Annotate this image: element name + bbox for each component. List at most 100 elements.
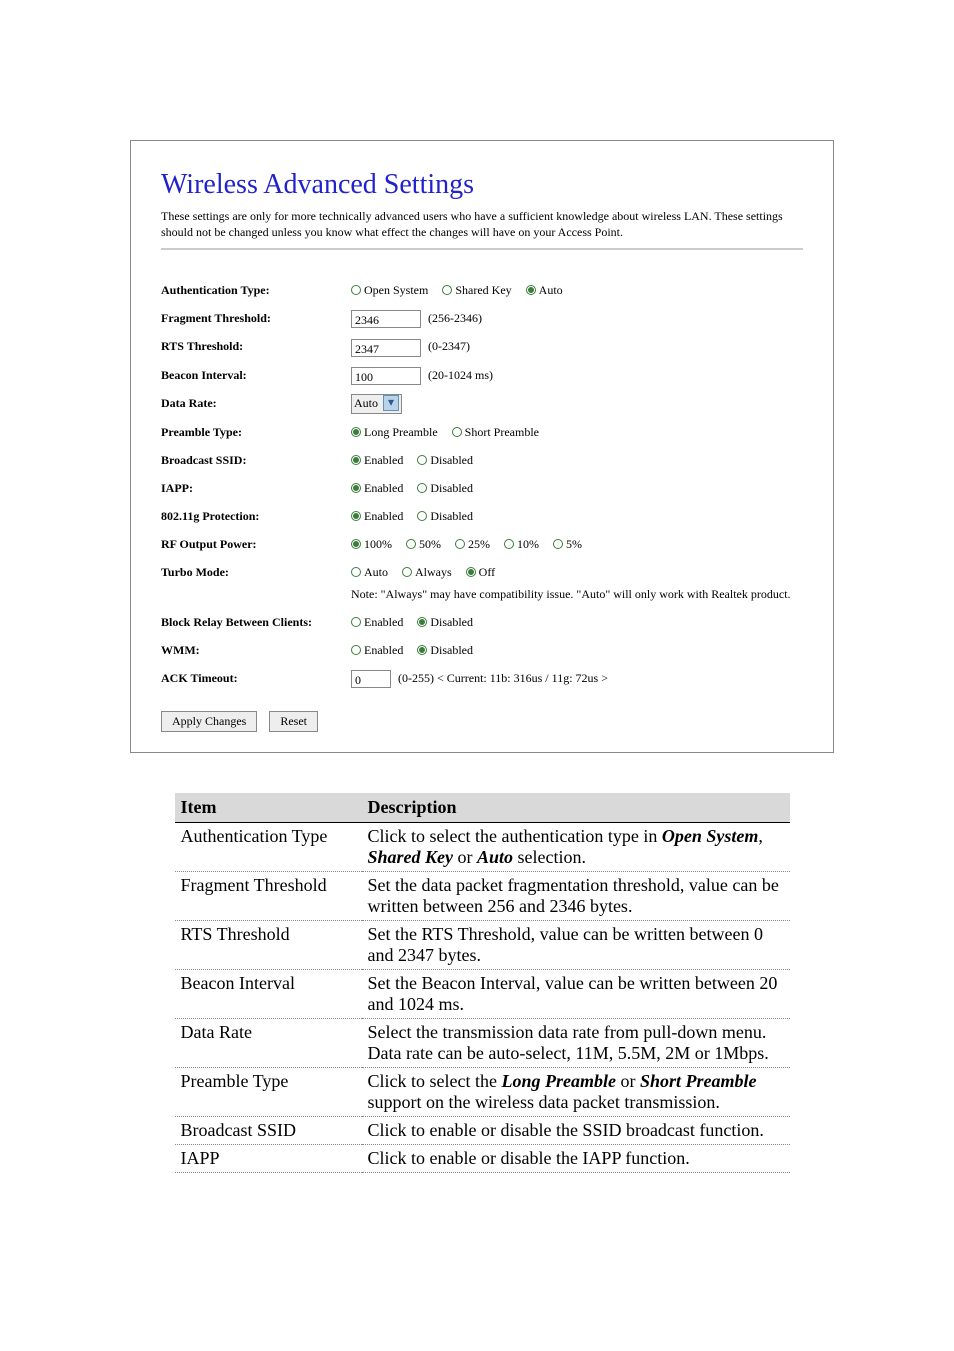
radio-option-preamble-1[interactable]: Short Preamble	[452, 422, 539, 442]
table-cell-description: Set the Beacon Interval, value can be wr…	[362, 970, 790, 1019]
page-title: Wireless Advanced Settings	[161, 169, 803, 201]
settings-panel: Wireless Advanced Settings These setting…	[130, 140, 834, 753]
radio-icon	[402, 567, 412, 577]
label-data-rate: Data Rate:	[161, 393, 351, 413]
radio-option-bssid-1[interactable]: Disabled	[417, 450, 473, 470]
table-row: Fragment ThresholdSet the data packet fr…	[175, 872, 790, 921]
table-cell-item: Data Rate	[175, 1019, 362, 1068]
label-ack-timeout: ACK Timeout:	[161, 668, 351, 688]
table-cell-item: Authentication Type	[175, 823, 362, 872]
table-header-item: Item	[175, 793, 362, 823]
radio-option-blockrelay-1[interactable]: Disabled	[417, 612, 473, 632]
radio-label: 25%	[468, 537, 490, 551]
radio-label: Enabled	[364, 481, 403, 495]
radio-icon	[417, 645, 427, 655]
table-cell-item: RTS Threshold	[175, 921, 362, 970]
row-rf-output-power: RF Output Power: 100% 50% 25% 10% 5%	[161, 534, 803, 554]
radio-option-iapp-1[interactable]: Disabled	[417, 478, 473, 498]
table-row: Preamble TypeClick to select the Long Pr…	[175, 1068, 790, 1117]
radio-label: Disabled	[430, 481, 473, 495]
radio-icon	[553, 539, 563, 549]
table-cell-item: IAPP	[175, 1145, 362, 1173]
radio-icon	[351, 427, 361, 437]
radio-option-auth-1[interactable]: Shared Key	[442, 280, 511, 300]
radio-icon	[351, 483, 361, 493]
radio-option-turbo-2[interactable]: Off	[466, 562, 495, 582]
table-cell-description: Set the data packet fragmentation thresh…	[362, 872, 790, 921]
radio-option-prot-1[interactable]: Disabled	[417, 506, 473, 526]
radio-icon	[351, 617, 361, 627]
label-block-relay: Block Relay Between Clients:	[161, 612, 351, 632]
radio-icon	[351, 285, 361, 295]
label-beacon-interval: Beacon Interval:	[161, 365, 351, 385]
label-wmm: WMM:	[161, 640, 351, 660]
radio-label: Disabled	[430, 453, 473, 467]
radio-option-preamble-0[interactable]: Long Preamble	[351, 422, 438, 442]
apply-changes-button[interactable]: Apply Changes	[161, 711, 257, 732]
reset-button[interactable]: Reset	[269, 711, 318, 732]
hint-ack-timeout: (0-255) < Current: 11b: 316us / 11g: 72u…	[398, 671, 608, 685]
radio-option-wmm-1[interactable]: Disabled	[417, 640, 473, 660]
radio-option-iapp-0[interactable]: Enabled	[351, 478, 403, 498]
table-cell-description: Set the RTS Threshold, value can be writ…	[362, 921, 790, 970]
radio-option-wmm-0[interactable]: Enabled	[351, 640, 403, 660]
radio-icon	[526, 285, 536, 295]
table-header-description: Description	[362, 793, 790, 823]
radio-label: Disabled	[430, 509, 473, 523]
label-broadcast-ssid: Broadcast SSID:	[161, 450, 351, 470]
radio-icon	[406, 539, 416, 549]
radio-option-rfpower-3[interactable]: 10%	[504, 534, 539, 554]
radio-label: Enabled	[364, 509, 403, 523]
row-rts-threshold: RTS Threshold: 2347 (0-2347)	[161, 336, 803, 356]
table-cell-description: Click to select the Long Preamble or Sho…	[362, 1068, 790, 1117]
radio-option-auth-0[interactable]: Open System	[351, 280, 428, 300]
label-turbo-mode: Turbo Mode:	[161, 562, 351, 582]
radio-label: 10%	[517, 537, 539, 551]
note-turbo-mode: Note: "Always" may have compatibility is…	[351, 584, 803, 604]
description-table: Item Description Authentication TypeClic…	[175, 793, 790, 1173]
label-preamble-type: Preamble Type:	[161, 422, 351, 442]
table-cell-description: Select the transmission data rate from p…	[362, 1019, 790, 1068]
radio-icon	[455, 539, 465, 549]
label-fragment-threshold: Fragment Threshold:	[161, 308, 351, 328]
radio-icon	[442, 285, 452, 295]
radio-icon	[351, 567, 361, 577]
radio-label: Enabled	[364, 615, 403, 629]
label-rts-threshold: RTS Threshold:	[161, 336, 351, 356]
radio-option-rfpower-1[interactable]: 50%	[406, 534, 441, 554]
table-cell-description: Click to enable or disable the SSID broa…	[362, 1117, 790, 1145]
label-rf-output-power: RF Output Power:	[161, 534, 351, 554]
radio-icon	[466, 567, 476, 577]
select-data-rate[interactable]: Auto ▾	[351, 394, 402, 414]
table-cell-description: Click to enable or disable the IAPP func…	[362, 1145, 790, 1173]
input-fragment-threshold[interactable]: 2346	[351, 310, 421, 328]
radio-label: Auto	[364, 565, 388, 579]
input-beacon-interval[interactable]: 100	[351, 367, 421, 385]
radio-option-blockrelay-0[interactable]: Enabled	[351, 612, 403, 632]
table-row: Authentication TypeClick to select the a…	[175, 823, 790, 872]
radio-label: 50%	[419, 537, 441, 551]
row-iapp: IAPP: EnabledDisabled	[161, 478, 803, 498]
table-row: Data RateSelect the transmission data ra…	[175, 1019, 790, 1068]
radio-option-auth-2[interactable]: Auto	[526, 280, 563, 300]
radio-option-rfpower-2[interactable]: 25%	[455, 534, 490, 554]
table-cell-item: Fragment Threshold	[175, 872, 362, 921]
radio-option-rfpower-0[interactable]: 100%	[351, 534, 392, 554]
radio-label: Open System	[364, 283, 428, 297]
page-description: These settings are only for more technic…	[161, 209, 803, 240]
input-ack-timeout[interactable]: 0	[351, 670, 391, 688]
table-cell-description: Click to select the authentication type …	[362, 823, 790, 872]
radio-option-turbo-1[interactable]: Always	[402, 562, 452, 582]
row-beacon-interval: Beacon Interval: 100 (20-1024 ms)	[161, 365, 803, 385]
table-row: Beacon IntervalSet the Beacon Interval, …	[175, 970, 790, 1019]
radio-option-rfpower-4[interactable]: 5%	[553, 534, 582, 554]
input-rts-threshold[interactable]: 2347	[351, 339, 421, 357]
hint-fragment-threshold: (256-2346)	[428, 311, 482, 325]
table-cell-item: Broadcast SSID	[175, 1117, 362, 1145]
radio-option-prot-0[interactable]: Enabled	[351, 506, 403, 526]
radio-option-bssid-0[interactable]: Enabled	[351, 450, 403, 470]
chevron-down-icon: ▾	[383, 395, 399, 411]
radio-icon	[417, 617, 427, 627]
radio-icon	[417, 483, 427, 493]
radio-option-turbo-0[interactable]: Auto	[351, 562, 388, 582]
